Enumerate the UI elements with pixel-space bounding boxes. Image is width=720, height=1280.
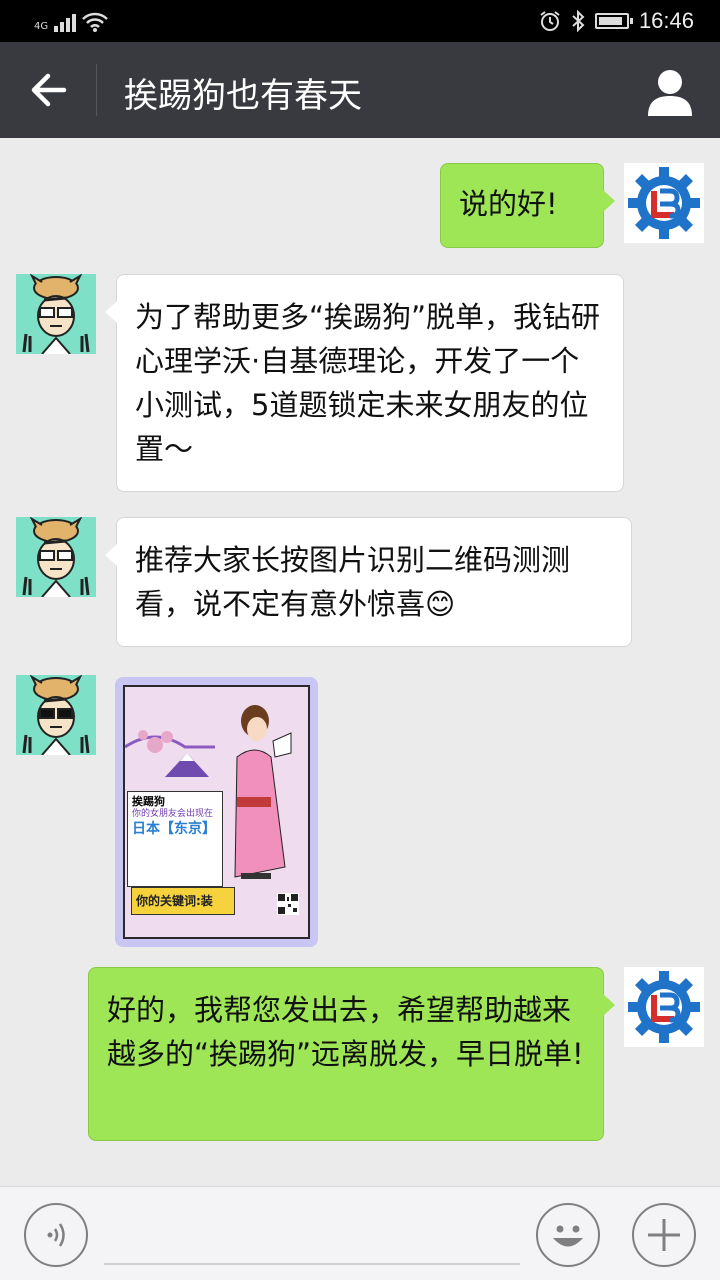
- status-right: 16:46: [539, 8, 694, 34]
- friend-avatar[interactable]: [16, 517, 96, 597]
- message-bubble-sent[interactable]: 好的，我帮您发出去，希望帮助越来越多的“挨踢狗”远离脱发，早日脱单!: [88, 967, 615, 1141]
- plus-icon: [648, 1219, 680, 1251]
- person-icon[interactable]: [642, 64, 698, 120]
- clock: 16:46: [638, 8, 694, 33]
- poster-title: 挨踢狗: [132, 795, 165, 808]
- input-bar: [0, 1186, 720, 1280]
- status-bar: 4G 16:46: [0, 0, 720, 42]
- company-logo-avatar[interactable]: [624, 163, 704, 243]
- smile-emoji: 😊: [425, 587, 456, 621]
- poster-city: 日本【东京】: [132, 821, 216, 837]
- poster-text-card: 挨踢狗 你的女朋友会出现在 日本【东京】: [127, 791, 223, 887]
- wifi-icon: [82, 12, 109, 32]
- battery-icon: [594, 13, 633, 29]
- voice-button[interactable]: [24, 1203, 88, 1267]
- message-bubble-sent[interactable]: 说的好!: [440, 163, 615, 248]
- back-arrow-icon[interactable]: [18, 60, 78, 120]
- friend-avatar[interactable]: [16, 675, 96, 755]
- quiz-poster-image[interactable]: 挨踢狗 你的女朋友会出现在 日本【东京】 你的关键词:装: [123, 685, 310, 939]
- message-text: 推荐大家长按图片识别二维码测测看，说不定有意外惊喜: [135, 543, 571, 621]
- message-bubble-received[interactable]: 为了帮助更多“挨踢狗”脱单，我钻研心理学沃·自基德理论，开发了一个小测试，5道题…: [105, 274, 624, 492]
- chat-header: 挨踢狗也有春天: [0, 42, 720, 138]
- more-button[interactable]: [632, 1203, 696, 1267]
- bluetooth-icon: [572, 10, 585, 32]
- chat-title: 挨踢狗也有春天: [124, 76, 362, 116]
- message-text: 说的好!: [459, 187, 558, 221]
- signal-group: 4G: [34, 12, 109, 32]
- poster-subtitle: 你的女朋友会出现在: [132, 809, 214, 819]
- emoji-icon: [553, 1225, 583, 1247]
- qr-code-icon: [277, 893, 299, 915]
- voice-icon: [47, 1223, 65, 1247]
- emoji-button[interactable]: [536, 1203, 600, 1267]
- network-type: 4G: [34, 21, 49, 32]
- header-divider: [96, 64, 97, 116]
- message-input[interactable]: [104, 1263, 520, 1265]
- poster-keyword: 你的关键词:装: [131, 887, 235, 915]
- message-text: 好的，我帮您发出去，希望帮助越来越多的“挨踢狗”远离脱发，早日脱单!: [107, 993, 584, 1071]
- alarm-icon: [540, 11, 560, 31]
- image-message[interactable]: 挨踢狗 你的女朋友会出现在 日本【东京】 你的关键词:装: [115, 677, 318, 947]
- friend-avatar[interactable]: [16, 274, 96, 354]
- message-bubble-received[interactable]: 推荐大家长按图片识别二维码测测看，说不定有意外惊喜😊: [105, 517, 632, 647]
- battery-level: [598, 17, 622, 25]
- message-text: 为了帮助更多“挨踢狗”脱单，我钻研心理学沃·自基德理论，开发了一个小测试，5道题…: [135, 300, 601, 466]
- company-logo-avatar[interactable]: [624, 967, 704, 1047]
- signal-icon: [54, 12, 77, 32]
